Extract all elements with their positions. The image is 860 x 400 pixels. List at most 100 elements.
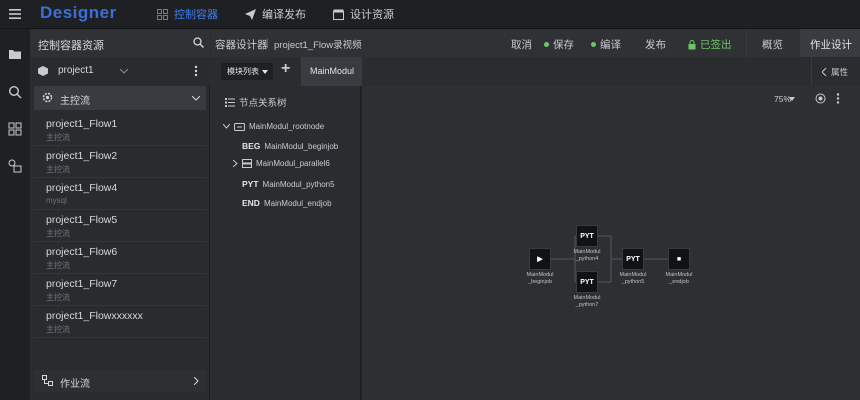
cancel-label: 取消 [511,39,532,51]
menu-icon[interactable] [8,7,22,21]
add-module-button[interactable]: + [281,60,295,82]
list-item[interactable]: project1_Flow7 主控流 [34,274,206,306]
node-tree-title: 节点关系树 [239,98,287,109]
compile-button[interactable]: 编译 [591,37,621,52]
flow-name: project1_Flowxxxxxx [46,310,143,322]
node-endjob-label: MainModul _endjob [659,272,699,286]
more-vertical-icon[interactable] [194,65,198,77]
flow-type: 主控流 [46,293,70,302]
connection-icon[interactable] [8,159,22,173]
node-endjob[interactable]: ■ [668,248,690,270]
project-name: project1 [58,65,94,76]
list-item[interactable]: project1_Flow2 主控流 [34,146,206,178]
node-beginjob[interactable]: ▶ [529,248,551,270]
node-label-line: _python7 [575,302,599,308]
flow-name: project1_Flow2 [46,150,118,162]
tab-overview-label: 概览 [762,39,783,51]
box-icon [333,9,344,20]
tree-node[interactable]: PYT MainModul_python5 [242,179,335,189]
node-label-line: _python5 [621,279,645,285]
tree-node[interactable]: BEG MainModul_beginjob [242,141,338,151]
grid-icon [157,8,168,20]
tree-node-label: MainModul_parallel6 [256,159,330,168]
group-label: 主控流 [60,96,90,107]
node-label-line: MainModul [573,295,601,301]
nav-label: 编译发布 [262,9,306,21]
save-label: 保存 [553,39,574,51]
cancel-button[interactable]: 取消 [511,37,532,52]
save-button[interactable]: 保存 [544,37,574,52]
tab-mainmodul[interactable]: MainModul [301,57,362,86]
properties-label: 属性 [831,66,849,77]
flow-canvas[interactable]: 75% ▶ MainModul _beginjob PYT MainModul … [362,86,860,400]
tree-node-label: MainModul_endjob [263,198,332,208]
breadcrumb-root[interactable]: 容器设计器 [215,37,268,52]
tab-overview[interactable]: 概览 [746,29,796,57]
module-list-dropdown[interactable]: 模块列表 [221,63,273,80]
tree-node-root[interactable]: MainModul_rootnode [223,122,324,131]
nav-control-container[interactable]: 控制容器 [157,6,218,22]
top-bar: Designer 控制容器 编译发布 设计资源 [0,0,860,29]
search-icon[interactable] [8,85,22,99]
checked-out-label: 已签出 [700,39,732,51]
nav-design-resources[interactable]: 设计资源 [333,6,394,22]
list-item[interactable]: project1_Flowxxxxxx 主控流 [34,306,206,338]
publish-button[interactable]: 发布 [645,37,666,52]
chevron-right-icon [194,377,199,385]
node-type-tag: END [242,198,260,208]
list-item[interactable]: project1_Flow4 mysql [34,178,206,210]
tree-node[interactable]: MainModul_parallel6 [233,159,330,168]
flow-name: project1_Flow5 [46,214,118,226]
folder-icon[interactable] [8,47,22,61]
flow-type: 主控流 [46,165,70,174]
tab-job-design-label: 作业设计 [810,39,852,51]
node-python7[interactable]: PYT [576,271,598,293]
nav-label: 控制容器 [174,9,218,21]
list-item[interactable]: project1_Flow6 主控流 [34,242,206,274]
chevron-down-icon [223,124,230,129]
breadcrumb-separator: | [266,37,269,49]
icon-rail [0,29,30,400]
flow-name: project1_Flow6 [46,246,118,258]
node-python7-label: MainModul _python7 [567,295,607,309]
search-icon[interactable] [193,37,204,48]
breadcrumb-file: project1_Flow录视频 [274,40,362,51]
properties-button[interactable]: 属性 [811,57,860,86]
module-tab-bar: 模块列表 + MainModul 属性 [211,57,860,86]
tree-node-label: MainModul_beginjob [264,141,339,151]
list-item[interactable]: project1_Flow5 主控流 [34,210,206,242]
gear-icon [42,92,53,103]
node-type-tag: BEG [242,141,261,151]
node-python4[interactable]: PYT [576,225,598,247]
compile-label: 编译 [600,39,621,51]
tab-job-design[interactable]: 作业设计 [800,29,860,57]
status-dot [544,42,549,47]
module-icon [234,122,245,131]
nav-compile-publish[interactable]: 编译发布 [245,6,306,22]
checked-out-status[interactable]: 已签出 [688,37,732,52]
app-logo: Designer [40,3,117,22]
node-python5[interactable]: PYT [622,248,644,270]
modules-icon[interactable] [8,122,22,136]
tree-node[interactable]: END MainModul_endjob [242,198,332,208]
chevron-down-icon [192,96,200,101]
node-python4-label: MainModul _python4 [567,249,607,263]
publish-label: 发布 [645,39,666,51]
designer-toolbar: 容器设计器 | project1_Flow录视频 取消 保存 编译 发布 已签出… [211,29,860,57]
flow-name: project1_Flow4 [46,182,118,194]
resource-panel-header: 控制容器资源 [30,29,210,57]
chevron-down-icon [120,69,128,74]
project-selector[interactable]: project1 [30,57,210,86]
node-label-line: _beginjob [528,279,552,285]
group-job-flow[interactable]: 作业流 [34,370,206,392]
resource-panel-title: 控制容器资源 [38,40,104,52]
list-item[interactable]: project1_Flow1 主控流 [34,114,206,146]
node-tree-panel: 节点关系树 MainModul_rootnode BEG MainModul_b… [211,86,361,400]
module-list-label: 模块列表 [227,67,259,76]
group-main-control-flow[interactable]: 主控流 [34,86,206,110]
flow-type: 主控流 [46,261,70,270]
lock-icon [688,39,696,49]
flow-type: 主控流 [46,325,70,334]
node-label-line: MainModul [526,272,554,278]
flow-type: 主控流 [46,133,70,142]
